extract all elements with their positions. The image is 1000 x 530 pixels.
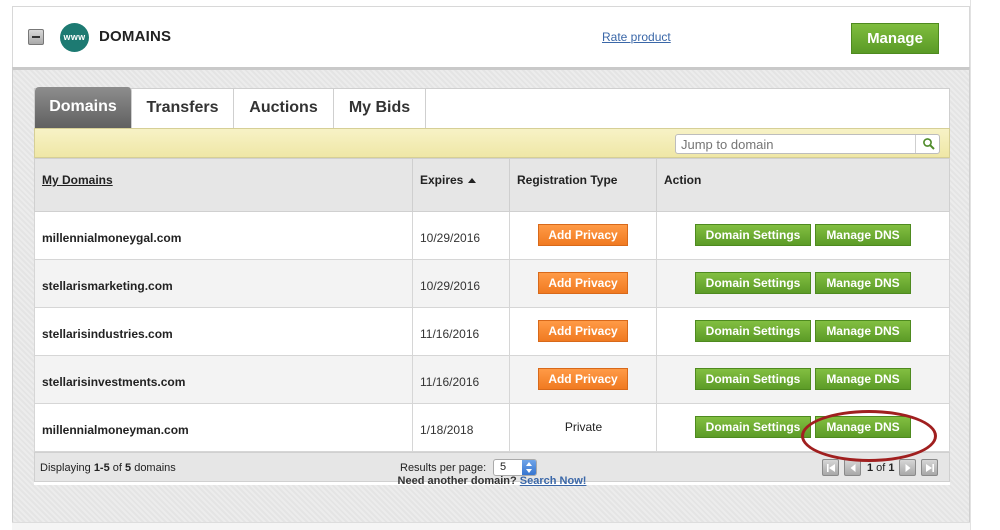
- manage-dns-button[interactable]: Manage DNS: [815, 320, 911, 342]
- displaying-prefix: Displaying: [40, 462, 94, 474]
- expires-cell: 10/29/2016: [413, 260, 510, 307]
- displaying-range: 1-5: [93, 462, 110, 474]
- tab-bar: Domains Transfers Auctions My Bids: [34, 87, 950, 129]
- first-page-icon: [827, 464, 835, 472]
- registration-cell: Add Privacy: [510, 260, 657, 307]
- registration-cell: Add Privacy: [510, 212, 657, 259]
- table-row: stellarisinvestments.com 11/16/2016 Add …: [34, 356, 950, 404]
- table-row: stellarismarketing.com 10/29/2016 Add Pr…: [34, 260, 950, 308]
- www-globe-icon: www: [60, 23, 89, 52]
- domain-name-cell: millennialmoneygal.com: [35, 212, 413, 259]
- table-row: stellarisindustries.com 11/16/2016 Add P…: [34, 308, 950, 356]
- action-cell: Domain Settings Manage DNS: [657, 404, 949, 451]
- expires-cell: 11/16/2016: [413, 308, 510, 355]
- registration-cell: Add Privacy: [510, 356, 657, 403]
- displaying-of: of: [109, 462, 126, 474]
- manage-dns-button[interactable]: Manage DNS: [815, 224, 911, 246]
- manage-button[interactable]: Manage: [851, 23, 939, 54]
- tab-my-bids[interactable]: My Bids: [334, 89, 426, 129]
- action-cell: Domain Settings Manage DNS: [657, 356, 949, 403]
- next-page-button[interactable]: [899, 459, 916, 476]
- domain-name-cell: millennialmoneyman.com: [35, 404, 413, 451]
- select-arrows-icon: [522, 460, 536, 475]
- results-per-page-value: 5: [500, 461, 507, 473]
- action-cell: Domain Settings Manage DNS: [657, 260, 949, 307]
- manage-dns-button[interactable]: Manage DNS: [815, 368, 911, 390]
- column-header-my-domains[interactable]: My Domains: [35, 159, 413, 213]
- previous-page-button[interactable]: [844, 459, 861, 476]
- bottom-panel-edge: [12, 522, 970, 530]
- page-indicator: 1 of 1: [867, 462, 895, 474]
- sort-ascending-icon: [468, 178, 477, 183]
- previous-page-icon: [850, 464, 856, 472]
- table-header: My Domains Expires Registration Type Act…: [34, 158, 950, 213]
- jump-to-domain-input[interactable]: [675, 134, 940, 154]
- column-header-expires[interactable]: Expires: [413, 159, 510, 213]
- expires-header-label: Expires: [420, 173, 464, 187]
- domain-settings-button[interactable]: Domain Settings: [695, 320, 811, 342]
- expires-cell: 10/29/2016: [413, 212, 510, 259]
- column-header-action: Action: [664, 173, 702, 187]
- tab-domains[interactable]: Domains: [35, 87, 132, 129]
- domains-panel: Domains Transfers Auctions My Bids My: [34, 87, 950, 485]
- domain-name-cell: stellarisinvestments.com: [35, 356, 413, 403]
- collapse-toggle-button[interactable]: [28, 29, 44, 45]
- domain-settings-button[interactable]: Domain Settings: [695, 272, 811, 294]
- search-now-link[interactable]: Search Now!: [520, 475, 587, 487]
- domain-settings-button[interactable]: Domain Settings: [695, 416, 811, 438]
- add-privacy-button[interactable]: Add Privacy: [538, 272, 628, 294]
- page-total: 1: [888, 462, 895, 474]
- expires-cell: 1/18/2018: [413, 404, 510, 451]
- action-cell: Domain Settings Manage DNS: [657, 308, 949, 355]
- displaying-count: Displaying 1-5 of 5 domains: [40, 462, 176, 474]
- domain-settings-button[interactable]: Domain Settings: [695, 224, 811, 246]
- add-privacy-button[interactable]: Add Privacy: [538, 224, 628, 246]
- manage-dns-button[interactable]: Manage DNS: [815, 416, 911, 438]
- last-page-icon: [926, 464, 934, 472]
- private-status-text: Private: [564, 420, 603, 434]
- tab-auctions[interactable]: Auctions: [234, 89, 334, 129]
- need-another-domain: Need another domain? Search Now!: [13, 475, 971, 487]
- domain-settings-button[interactable]: Domain Settings: [695, 368, 811, 390]
- rate-product-link[interactable]: Rate product: [602, 30, 671, 44]
- next-page-icon: [905, 464, 911, 472]
- jump-to-domain-bar: [34, 128, 950, 158]
- tab-transfers[interactable]: Transfers: [132, 89, 234, 129]
- registration-cell: Add Privacy: [510, 308, 657, 355]
- domains-header: www DOMAINS Rate product Manage: [12, 6, 970, 68]
- results-per-page-select[interactable]: 5: [493, 459, 537, 476]
- action-cell: Domain Settings Manage DNS: [657, 212, 949, 259]
- manage-dns-button[interactable]: Manage DNS: [815, 272, 911, 294]
- page-title: DOMAINS: [99, 28, 172, 45]
- table-row: millennialmoneyman.com 1/18/2018 Private…: [34, 404, 950, 452]
- page-of: of: [873, 462, 889, 474]
- first-page-button[interactable]: [822, 459, 839, 476]
- add-privacy-button[interactable]: Add Privacy: [538, 368, 628, 390]
- search-icon[interactable]: [915, 135, 939, 153]
- domain-name-cell: stellarismarketing.com: [35, 260, 413, 307]
- expires-cell: 11/16/2016: [413, 356, 510, 403]
- table-row: millennialmoneygal.com 10/29/2016 Add Pr…: [34, 212, 950, 260]
- displaying-suffix: domains: [131, 462, 176, 474]
- right-edge-strip: [970, 0, 1000, 530]
- need-another-domain-text: Need another domain?: [397, 475, 520, 487]
- registration-cell: Private: [510, 404, 657, 451]
- add-privacy-button[interactable]: Add Privacy: [538, 320, 628, 342]
- results-per-page-label: Results per page:: [400, 462, 487, 474]
- domains-frame: Domains Transfers Auctions My Bids My: [12, 67, 970, 530]
- domain-name-cell: stellarisindustries.com: [35, 308, 413, 355]
- column-header-registration-type: Registration Type: [510, 159, 657, 213]
- last-page-button[interactable]: [921, 459, 938, 476]
- domains-page: www DOMAINS Rate product Manage Domains …: [0, 0, 1000, 530]
